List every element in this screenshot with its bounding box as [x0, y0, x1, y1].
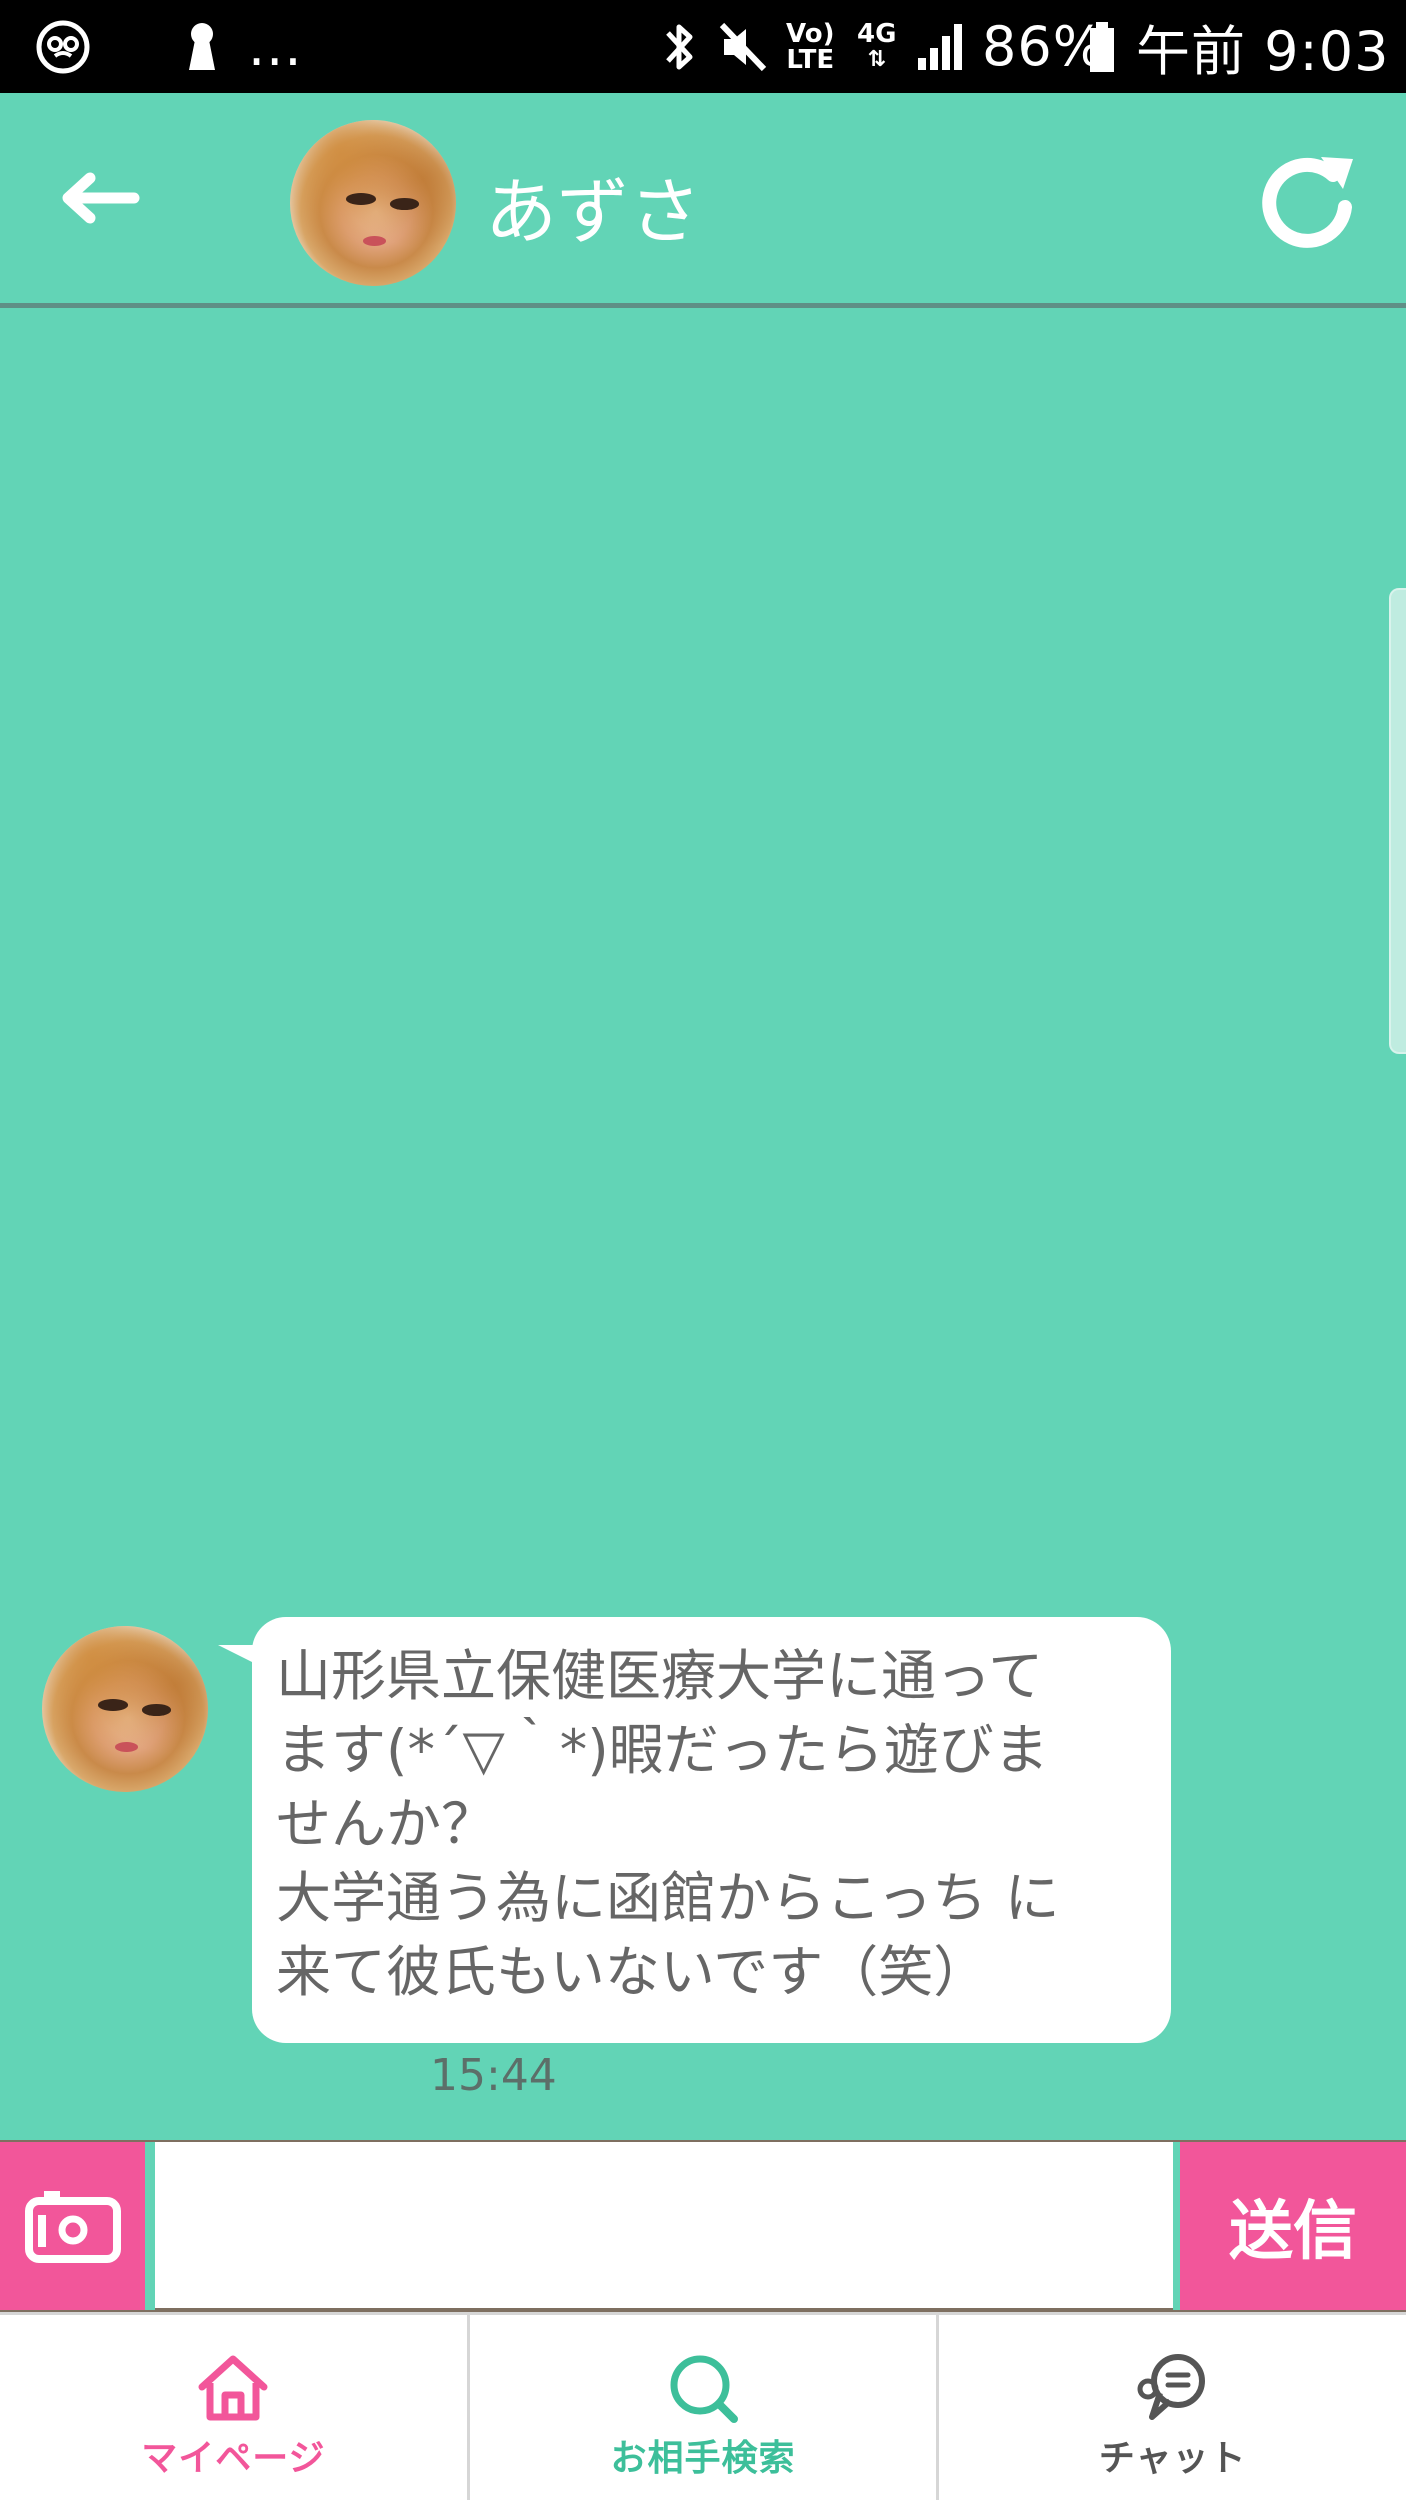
- signal-icon: [916, 0, 966, 93]
- keyhole-icon: [185, 0, 219, 93]
- nav-search-partner[interactable]: お相手検索: [466, 2315, 937, 2500]
- nav-label: マイページ: [141, 2438, 326, 2479]
- home-icon: [198, 2355, 268, 2421]
- camera-button[interactable]: [0, 2142, 145, 2310]
- header-divider: [0, 303, 1406, 308]
- bottom-navigation: マイページ お相手検索 チャット: [0, 2312, 1406, 2500]
- refresh-icon: [1262, 157, 1353, 248]
- pretzel-icon: [36, 0, 90, 93]
- status-time: 午前 9:03: [1136, 20, 1390, 83]
- divider: [145, 2142, 155, 2310]
- bluetooth-icon: [660, 0, 698, 93]
- nav-label: お相手検索: [610, 2438, 796, 2479]
- arrow-left-icon: [62, 172, 140, 224]
- message-avatar[interactable]: [42, 1626, 208, 1792]
- nav-chat[interactable]: チャット: [936, 2315, 1406, 2500]
- camera-icon: [24, 2191, 121, 2263]
- network-type: 4G ⇅: [857, 18, 897, 72]
- chat-bubble-icon: [1137, 2354, 1205, 2420]
- refresh-button[interactable]: [1255, 147, 1361, 253]
- mute-icon: [718, 0, 768, 93]
- scroll-handle[interactable]: [1389, 588, 1406, 1054]
- contact-name: あずさ: [485, 170, 702, 254]
- status-overflow: ...: [248, 15, 303, 78]
- back-button[interactable]: [60, 163, 150, 233]
- message-text: 山形県立保健医療大学に通って ます(*´▽｀*)暇だったら遊びま せんか？ 大学…: [276, 1644, 1060, 2004]
- battery-percent: 86%: [982, 15, 1106, 78]
- divider: [1173, 2142, 1180, 2310]
- message-time: 15:44: [430, 2050, 557, 2101]
- status-bar: ... Vo) LTE 4G ⇅ 86% 午前 9:03: [0, 0, 1406, 93]
- nav-label: チャット: [1098, 2438, 1247, 2479]
- send-button[interactable]: 送信: [1180, 2142, 1406, 2310]
- chat-header: あずさ: [0, 93, 1406, 303]
- message-bubble: 山形県立保健医療大学に通って ます(*´▽｀*)暇だったら遊びま せんか？ 大学…: [252, 1617, 1171, 2043]
- nav-my-page[interactable]: マイページ: [0, 2315, 467, 2500]
- battery-icon: [1088, 0, 1116, 93]
- search-icon: [670, 2355, 738, 2423]
- message-input[interactable]: [155, 2142, 1173, 2308]
- volte-indicator: Vo) LTE: [786, 18, 835, 75]
- contact-avatar[interactable]: [290, 120, 456, 286]
